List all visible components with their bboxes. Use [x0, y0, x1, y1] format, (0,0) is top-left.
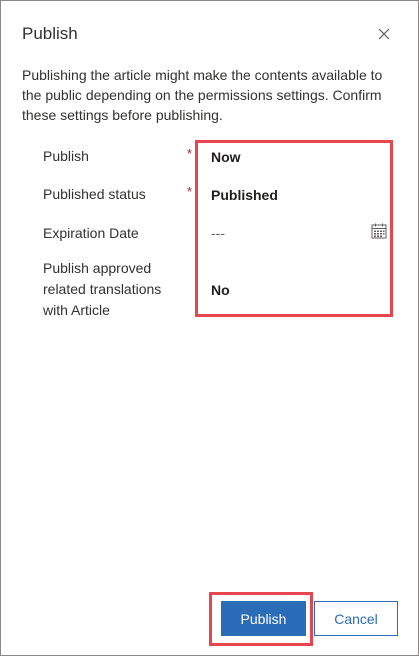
close-icon[interactable] [375, 25, 393, 43]
publish-button[interactable]: Publish [221, 601, 306, 636]
expiration-date-label: Expiration Date [43, 225, 139, 241]
publish-dialog: Publish Publishing the article might mak… [0, 0, 419, 656]
dialog-description: Publishing the article might make the co… [22, 67, 383, 123]
publish-value[interactable]: Now [211, 149, 241, 165]
dialog-title: Publish [22, 24, 78, 43]
translations-value[interactable]: No [211, 282, 230, 298]
required-marker: * [187, 184, 193, 199]
publish-label: Publish [43, 148, 89, 164]
published-status-value[interactable]: Published [211, 187, 278, 203]
cancel-button[interactable]: Cancel [314, 601, 398, 636]
required-marker: * [187, 146, 193, 161]
published-status-label: Published status [43, 186, 146, 202]
translations-label: Publish approved related translations wi… [43, 260, 162, 318]
calendar-icon[interactable] [371, 223, 387, 239]
expiration-date-input[interactable]: --- [211, 225, 225, 241]
